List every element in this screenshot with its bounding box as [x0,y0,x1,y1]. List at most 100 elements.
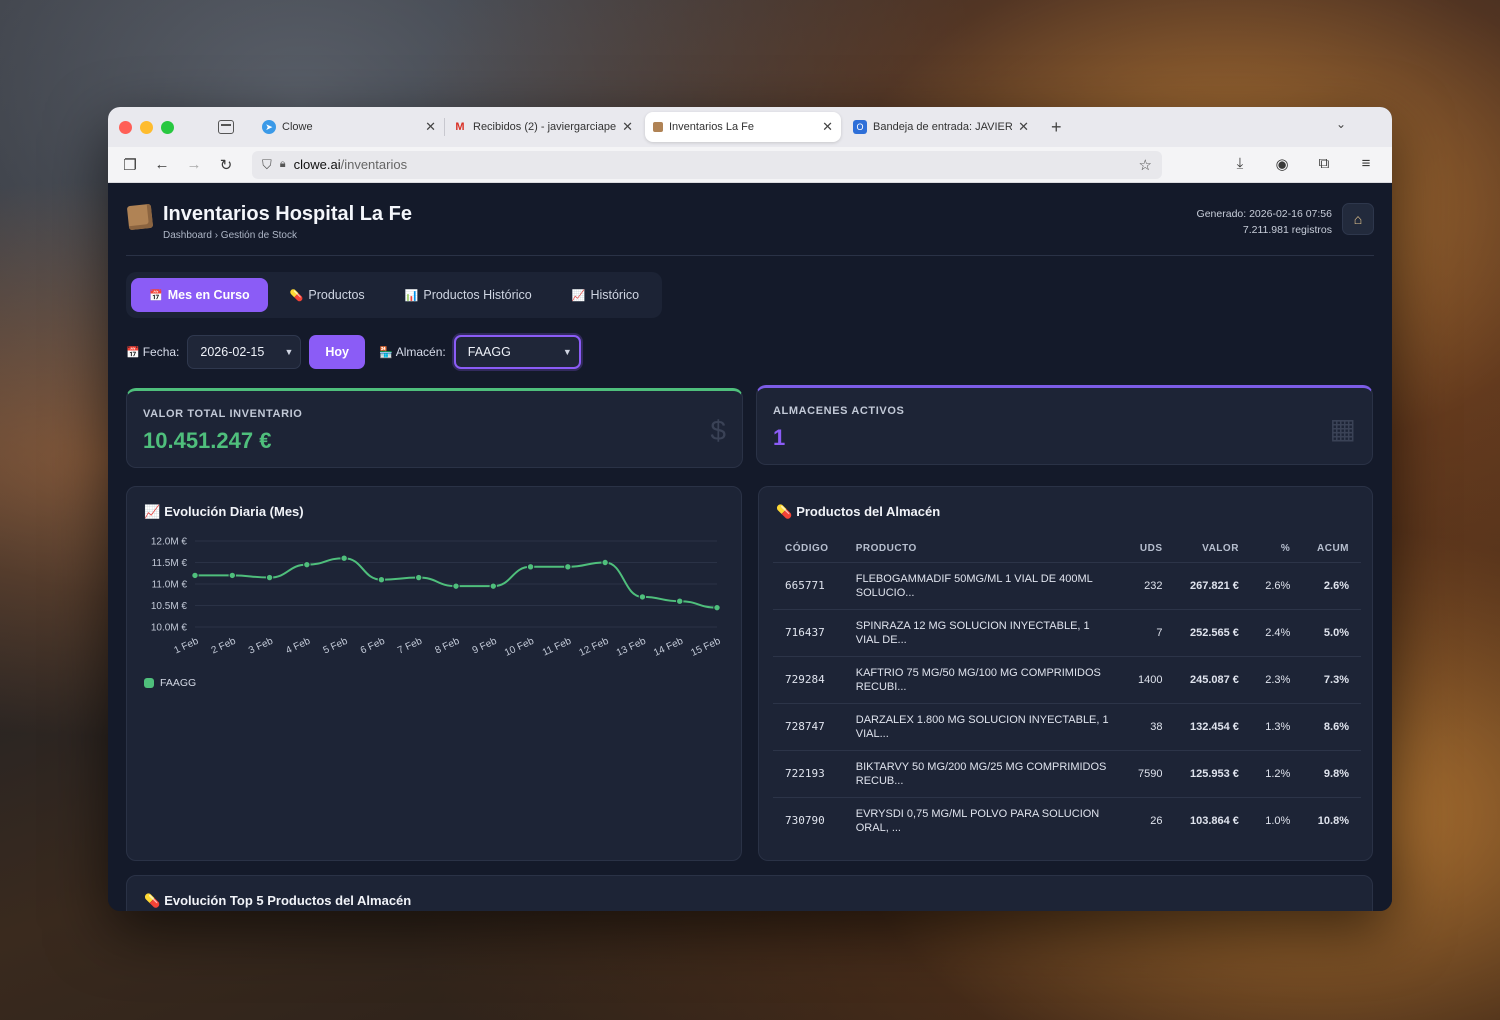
col-pct[interactable]: % [1250,536,1303,563]
data-point [489,582,497,590]
tab-label: Histórico [590,288,640,302]
cell-valor: 245.087 € [1174,656,1251,704]
top5-title: Evolución Top 5 Productos del Almacén [164,893,412,908]
cell-acum: 8.6% [1302,703,1361,751]
download-icon[interactable]: ⤓ [1224,155,1256,173]
tab-label: Productos Histórico [423,288,532,302]
col-acum[interactable]: ACUM [1302,536,1361,563]
chart-title: Evolución Diaria (Mes) [164,504,304,519]
x-tick-label: 7 Feb [396,636,424,657]
cell-uds: 232 [1123,562,1175,610]
tab-productos[interactable]: 💊 Productos [272,278,383,312]
cell-pct: 1.2% [1250,750,1303,798]
cell-product: KAFTRIO 75 MG/50 MG/100 MG COMPRIMIDOS R… [843,656,1124,704]
products-table: CÓDIGO PRODUCTO UDS VALOR % ACUM 665771 … [773,536,1361,844]
outlook-icon: O [853,120,867,134]
tab-label: Productos [308,288,365,302]
minimize-window-button[interactable] [140,120,153,134]
cell-code: 722193 [773,750,844,798]
chevron-down-icon: ▼ [284,347,294,357]
data-point [377,576,386,584]
chart-legend[interactable]: FAAGG [144,677,196,689]
chevron-down-icon[interactable]: ⌄ [1336,117,1346,131]
data-point [191,571,199,580]
cell-code: 716437 [773,609,844,657]
package-icon [653,122,663,132]
sidebar-toggle-icon[interactable]: ❐ [114,156,146,174]
table-row[interactable]: 728747 DARZALEX 1.800 MG SOLUCION INYECT… [773,703,1361,751]
cell-product: DARZALEX 1.800 MG SOLUCION INYECTABLE, 1… [843,703,1124,751]
data-point [526,563,535,571]
table-row[interactable]: 716437 SPINRAZA 12 MG SOLUCION INYECTABL… [773,609,1361,657]
kpi-label: ALMACENES ACTIVOS [773,405,905,417]
forward-icon[interactable]: → [178,156,210,173]
fecha-value: 2026-02-15 [200,345,265,359]
telegram-icon: ➤ [262,120,276,134]
new-tab-icon[interactable]: + [1051,117,1062,138]
col-codigo[interactable]: CÓDIGO [773,536,844,563]
col-uds[interactable]: UDS [1123,536,1175,563]
menu-icon[interactable]: ≡ [1350,155,1382,173]
cell-valor: 132.454 € [1174,703,1251,751]
bar-chart-icon: 📊 [404,289,419,302]
extensions-icon[interactable]: ⧉ [1308,155,1340,173]
kpi-value: 1 [773,425,786,450]
col-producto[interactable]: PRODUCTO [843,536,1124,563]
tab-label: Mes en Curso [167,288,250,302]
table-row[interactable]: 729284 KAFTRIO 75 MG/50 MG/100 MG COMPRI… [773,656,1361,704]
col-valor[interactable]: VALOR [1174,536,1251,563]
cell-product: FLEBOGAMMADIF 50MG/ML 1 VIAL DE 400ML SO… [843,562,1124,610]
generated-timestamp: Generado: 2026-02-16 07:56 [1196,208,1332,220]
reload-icon[interactable]: ↻ [210,156,242,174]
tab-mes-en-curso[interactable]: 📅 Mes en Curso [131,278,268,312]
x-tick-label: 13 Feb [615,636,648,659]
x-tick-label: 4 Feb [284,636,312,657]
maximize-window-button[interactable] [161,120,174,134]
browser-tab-clowe[interactable]: ➤ Clowe ✕ [254,112,444,142]
page-title: Inventarios Hospital La Fe [163,203,412,225]
tab-overview-icon[interactable] [218,120,234,134]
data-point [564,563,572,571]
data-point [415,573,423,582]
browser-tab-gmail[interactable]: M Recibidos (2) - javiergarciapellicer ✕ [445,112,641,142]
cell-pct: 2.4% [1250,609,1303,657]
x-tick-label: 1 Feb [172,636,200,657]
y-tick-label: 10.0M € [151,623,188,634]
close-tab-icon[interactable]: ✕ [622,119,633,135]
close-tab-icon[interactable]: ✕ [822,119,833,135]
table-row[interactable]: 730790 EVRYSDI 0,75 MG/ML POLVO PARA SOL… [773,797,1361,844]
home-button[interactable]: ⌂ [1342,203,1374,235]
shield-icon[interactable]: ⛉ [262,157,272,173]
tab-productos-historico[interactable]: 📊 Productos Histórico [387,278,550,312]
hoy-button[interactable]: Hoy [309,335,366,369]
close-window-button[interactable] [119,120,132,134]
data-point [228,571,236,580]
lock-icon[interactable]: 🔒︎ [280,158,286,171]
table-row[interactable]: 665771 FLEBOGAMMADIF 50MG/ML 1 VIAL DE 4… [773,562,1361,610]
back-icon[interactable]: ← [146,156,178,173]
cell-pct: 2.6% [1250,562,1303,610]
account-avatar-icon[interactable]: ◉ [1266,155,1298,173]
browser-tab-outlook[interactable]: O Bandeja de entrada: JAVIER GARCIA ✕ [845,112,1037,142]
close-tab-icon[interactable]: ✕ [1018,119,1029,135]
almacen-select[interactable]: FAAGG ▼ [453,335,581,369]
pill-icon: 💊 [776,504,793,519]
tab-title: Inventarios La Fe [669,121,754,133]
fecha-select[interactable]: 2026-02-15 ▼ [187,335,302,369]
x-tick-label: 15 Feb [689,636,722,659]
tab-historico[interactable]: 📈 Histórico [554,278,657,312]
cell-valor: 252.565 € [1174,609,1251,657]
close-tab-icon[interactable]: ✕ [425,119,436,135]
line-chart-icon: 📈 [571,289,586,302]
data-point [340,554,348,562]
table-row[interactable]: 722193 BIKTARVY 50 MG/200 MG/25 MG COMPR… [773,750,1361,798]
browser-tab-inventarios[interactable]: Inventarios La Fe ✕ [645,112,841,142]
store-icon: ▦ [1329,413,1356,444]
money-bag-icon: $ [710,415,726,446]
url-bar[interactable]: ⛉ 🔒︎ clowe.ai/inventarios ☆ [252,150,1162,179]
bookmark-star-icon[interactable]: ☆ [1139,156,1152,174]
pill-icon: 💊 [144,893,161,908]
cell-pct: 1.0% [1265,814,1291,827]
card-title: 💊 Productos del Almacén [776,504,940,520]
x-tick-label: 3 Feb [247,636,275,657]
